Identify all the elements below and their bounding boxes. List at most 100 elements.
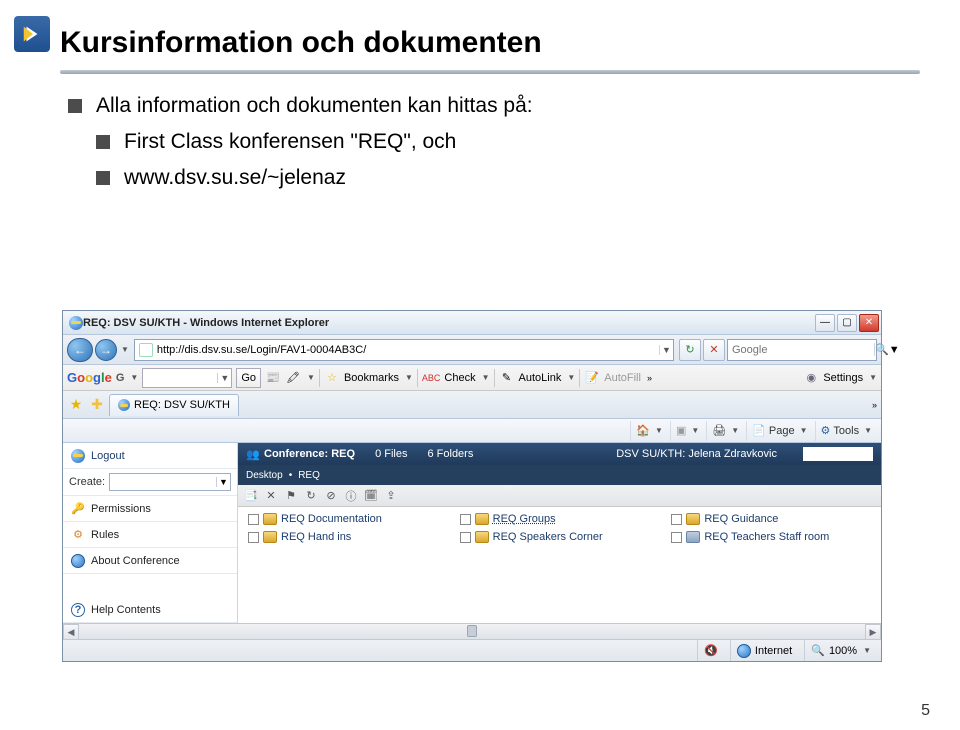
- bullet-sub-firstclass: First Class konferensen "REQ", och: [96, 130, 920, 154]
- status-bar: 🔇 Internet 🔍100%▼: [63, 639, 881, 661]
- favorites-star-icon[interactable]: ★: [67, 396, 85, 414]
- sidebar: Logout Create: ▼ 🔑Permissions ⚙Rules Abo…: [63, 443, 238, 623]
- window-title: REQ: DSV SU/KTH - Windows Internet Explo…: [83, 317, 815, 329]
- conference-header: 👥Conference: REQ 0 Files 6 Folders DSV S…: [238, 443, 881, 465]
- folder-req-speakers[interactable]: REQ Speakers Corner: [460, 531, 660, 543]
- checkbox[interactable]: [671, 532, 682, 543]
- titlebar: REQ: DSV SU/KTH - Windows Internet Explo…: [63, 311, 881, 335]
- folder-icon: [475, 513, 489, 525]
- status-zoom[interactable]: 🔍100%▼: [804, 640, 877, 661]
- checkbox[interactable]: [460, 532, 471, 543]
- delete-icon[interactable]: ✕: [264, 489, 278, 503]
- create-dropdown[interactable]: ▼: [109, 473, 231, 491]
- google-news-icon[interactable]: 📰: [265, 370, 281, 386]
- google-logo: Google: [67, 370, 112, 385]
- folder-req-handins[interactable]: REQ Hand ins: [248, 531, 448, 543]
- folder-req-documentation[interactable]: REQ Documentation: [248, 513, 448, 525]
- add-favorites-icon[interactable]: ✚: [88, 396, 106, 414]
- scroll-thumb[interactable]: [467, 625, 477, 637]
- checkbox[interactable]: [248, 514, 259, 525]
- gear-icon: ⚙: [71, 528, 85, 542]
- sidebar-item-rules[interactable]: ⚙Rules: [63, 522, 237, 548]
- flag-icon[interactable]: ⚑: [284, 489, 298, 503]
- header-input[interactable]: [803, 447, 873, 461]
- forward-button[interactable]: →: [95, 339, 117, 361]
- search-input[interactable]: [728, 344, 874, 356]
- refresh-icon[interactable]: ↻: [304, 489, 318, 503]
- user-label: DSV SU/KTH: Jelena Zdravkovic: [616, 448, 777, 460]
- stop-button[interactable]: ✕: [703, 339, 725, 361]
- logout-link[interactable]: Logout: [63, 443, 237, 469]
- google-settings-button[interactable]: Settings: [823, 372, 863, 384]
- horizontal-scrollbar[interactable]: ◀ ▶: [63, 623, 881, 639]
- status-sound-icon[interactable]: 🔇: [697, 640, 724, 661]
- search-box[interactable]: 🔍 ▼: [727, 339, 877, 361]
- print-button[interactable]: 🖨▼: [706, 421, 744, 441]
- feeds-button[interactable]: ▣▼: [670, 421, 704, 441]
- breadcrumb-desktop[interactable]: Desktop: [246, 470, 283, 481]
- tools-menu-button[interactable]: ⚙Tools▼: [815, 421, 877, 441]
- slide-title: Kursinformation och dokumenten: [60, 26, 920, 60]
- folder-icon: [475, 531, 489, 543]
- checkbox[interactable]: [460, 514, 471, 525]
- conference-icon: 👥: [246, 447, 260, 461]
- checkbox[interactable]: [248, 532, 259, 543]
- google-go-button[interactable]: Go: [236, 368, 261, 388]
- url-dropdown[interactable]: ▼: [659, 345, 673, 355]
- google-autolink-button[interactable]: AutoLink: [519, 372, 562, 384]
- history-icon[interactable]: 🗓: [364, 489, 378, 503]
- upload-icon[interactable]: ⇪: [384, 489, 398, 503]
- create-row: Create: ▼: [63, 469, 237, 496]
- home-icon: 🏠: [636, 424, 650, 437]
- google-highlight-icon[interactable]: 🖍: [285, 370, 301, 386]
- google-check-button[interactable]: Check: [444, 372, 475, 384]
- url-box[interactable]: ▼: [134, 339, 674, 361]
- google-bookmarks-button[interactable]: Bookmarks: [344, 372, 399, 384]
- folder-req-teachers[interactable]: REQ Teachers Staff room: [671, 531, 871, 543]
- breadcrumb-req[interactable]: REQ: [298, 470, 320, 481]
- folders-count: 6 Folders: [427, 448, 473, 460]
- google-search-box[interactable]: ▼: [142, 368, 232, 388]
- help-icon: ?: [71, 603, 85, 617]
- refresh-button[interactable]: ↻: [679, 339, 701, 361]
- minimize-button[interactable]: —: [815, 314, 835, 332]
- rss-icon: ▣: [676, 424, 686, 437]
- breadcrumb: Desktop • REQ: [238, 465, 881, 485]
- slide-logo-icon: [14, 16, 50, 52]
- nav-history-dropdown[interactable]: ▼: [121, 345, 129, 354]
- copy-icon[interactable]: 📑: [244, 489, 258, 503]
- sidebar-item-permissions[interactable]: 🔑Permissions: [63, 496, 237, 522]
- folder-req-groups[interactable]: REQ Groups: [460, 513, 660, 525]
- check-icon[interactable]: ⊘: [324, 489, 338, 503]
- back-button[interactable]: ←: [67, 338, 93, 362]
- star-icon[interactable]: ☆: [324, 370, 340, 386]
- key-icon: 🔑: [71, 502, 85, 516]
- ie-icon: [69, 316, 83, 330]
- page-menu-button[interactable]: 📄Page▼: [746, 421, 812, 441]
- status-zone: Internet: [730, 640, 798, 661]
- globe-icon: [71, 554, 85, 568]
- sidebar-item-help[interactable]: ?Help Contents: [63, 597, 237, 623]
- browser-tab[interactable]: REQ: DSV SU/KTH: [109, 394, 239, 416]
- url-input[interactable]: [157, 344, 659, 356]
- files-count: 0 Files: [375, 448, 407, 460]
- scroll-right-button[interactable]: ▶: [865, 624, 881, 640]
- sidebar-item-about[interactable]: About Conference: [63, 548, 237, 574]
- settings-icon[interactable]: ◉: [803, 370, 819, 386]
- tab-bar: ★ ✚ REQ: DSV SU/KTH »: [63, 391, 881, 419]
- print-icon: 🖨: [712, 424, 726, 437]
- scroll-left-button[interactable]: ◀: [63, 624, 79, 640]
- folder-req-guidance[interactable]: REQ Guidance: [671, 513, 871, 525]
- autofill-icon: 📝: [584, 370, 600, 386]
- search-button[interactable]: 🔍: [874, 343, 889, 356]
- home-button[interactable]: 🏠▼: [630, 421, 668, 441]
- maximize-button[interactable]: ▢: [837, 314, 857, 332]
- checkbox[interactable]: [671, 514, 682, 525]
- search-dropdown[interactable]: ▼: [889, 344, 900, 356]
- close-button[interactable]: ✕: [859, 314, 879, 332]
- create-label: Create:: [69, 476, 105, 488]
- google-autofill-button[interactable]: AutoFill: [604, 372, 641, 384]
- info-icon[interactable]: ⓘ: [344, 489, 358, 503]
- ie-command-bar: 🏠▼ ▣▼ 🖨▼ 📄Page▼ ⚙Tools▼: [63, 419, 881, 443]
- folder-icon: [686, 513, 700, 525]
